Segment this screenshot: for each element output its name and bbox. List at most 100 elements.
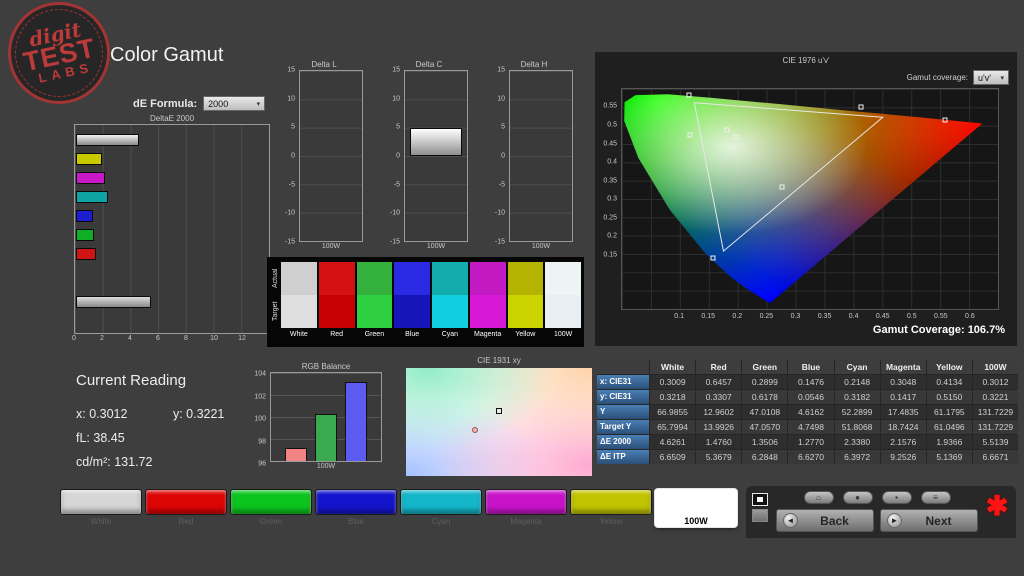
rgb-bar-red — [285, 448, 307, 461]
deltae-bar-red — [76, 248, 96, 260]
table-cell: 6.6671 — [973, 450, 1018, 464]
nav-button-row: ◄ Back ► Next — [776, 509, 978, 532]
target-row-label: Target — [270, 295, 281, 328]
patch-button-blue[interactable]: Blue — [315, 489, 397, 528]
delta-c-x-label: 100W — [404, 242, 468, 251]
patch-button-white[interactable]: White — [60, 489, 142, 528]
display-toggle-icon — [757, 497, 763, 502]
next-button[interactable]: ► Next — [880, 509, 978, 532]
compare-column-100w: 100W — [545, 262, 581, 344]
y-axis-tick: 0 — [501, 153, 505, 160]
patch-label: Blue — [315, 515, 397, 528]
actual-swatch — [394, 262, 430, 295]
table-cell: 47.0570 — [742, 420, 787, 434]
compare-column-label: Magenta — [470, 328, 506, 340]
y-axis-tick: 102 — [254, 393, 266, 400]
delta-c-plot — [404, 70, 468, 242]
table-cell: 13.9926 — [696, 420, 741, 434]
x-axis-tick: 0.3 — [791, 313, 801, 320]
table-cell: 47.0108 — [742, 405, 787, 419]
current-reading-fl: fL: 38.45 — [76, 431, 224, 445]
de-formula-dropdown[interactable]: 2000 ▾ — [203, 96, 265, 111]
cie1976-y-axis: 0.550.50.450.40.350.30.250.20.15 — [597, 88, 619, 310]
patch-color — [60, 489, 142, 515]
table-cell: 131.7229 — [973, 420, 1018, 434]
patch-button-green[interactable]: Green — [230, 489, 312, 528]
y-axis-tick: -15 — [390, 239, 400, 246]
notes-icon: ▪ — [895, 493, 898, 502]
target-swatch — [508, 295, 544, 328]
cie1931-plot — [406, 368, 592, 476]
next-arrow-icon: ► — [887, 513, 902, 528]
notes-button[interactable]: ▪ — [882, 491, 912, 504]
current-reading-panel: Current Reading x: 0.3012 y: 0.3221 fL: … — [76, 372, 224, 479]
x-axis-tick: 0.25 — [760, 313, 774, 320]
y-axis-tick: 0.2 — [607, 232, 617, 239]
target-swatch — [470, 295, 506, 328]
compare-column-cyan: Cyan — [432, 262, 468, 344]
table-row-label: ΔE ITP — [597, 450, 649, 464]
target-swatch — [319, 295, 355, 328]
cie1976-title: CIE 1976 u'v' — [595, 56, 1017, 66]
table-cell: 0.1417 — [881, 390, 926, 404]
rgb-bar-blue — [345, 382, 367, 461]
table-cell: 0.6457 — [696, 375, 741, 389]
display-toggle-button[interactable] — [752, 493, 768, 506]
gamut-point-marker — [686, 92, 691, 97]
table-cell: 4.6162 — [788, 405, 833, 419]
y-axis-tick: 0.55 — [603, 103, 617, 110]
x-axis-tick: 12 — [238, 335, 246, 342]
table-cell: 1.9366 — [927, 435, 972, 449]
compare-column-label: Blue — [394, 328, 430, 340]
patch-button-red[interactable]: Red — [145, 489, 227, 528]
x-axis-tick: 0.2 — [732, 313, 742, 320]
gamut-coverage-readout-label: Gamut Coverage: — [873, 324, 965, 336]
actual-swatch — [470, 262, 506, 295]
patch-color — [400, 489, 482, 515]
patch-button-cyan[interactable]: Cyan — [400, 489, 482, 528]
home-button[interactable]: ⌂ — [804, 491, 834, 504]
current-reading-xy: x: 0.3012 y: 0.3221 — [76, 407, 224, 421]
y-axis-tick: -15 — [285, 239, 295, 246]
gamut-coverage-dropdown-label: Gamut coverage: — [907, 73, 968, 82]
gamut-coverage-dropdown[interactable]: u'v' ▾ — [973, 70, 1009, 85]
y-axis-tick: 10 — [392, 95, 400, 102]
rgb-balance-plot — [270, 372, 382, 462]
compare-column-label: Yellow — [508, 328, 544, 340]
patch-button-magenta[interactable]: Magenta — [485, 489, 567, 528]
actual-row-label: Actual — [270, 262, 281, 295]
secondary-toggle-button[interactable] — [752, 509, 768, 522]
y-label: y: — [173, 407, 183, 421]
table-cell: 2.1576 — [881, 435, 926, 449]
table-cell: 0.3307 — [696, 390, 741, 404]
deltae-bar-row-magenta — [76, 172, 267, 184]
deltae-bar-white — [76, 134, 139, 146]
table-col-header-green: Green — [742, 360, 787, 374]
navigation-controls-panel: ⌂●▪≡ ◄ Back ► Next ✱ — [746, 486, 1016, 538]
actual-swatch — [545, 262, 581, 295]
table-cell: 66.9855 — [650, 405, 695, 419]
table-row-label: x: CIE31 — [597, 375, 649, 389]
rgb-balance-chart: RGB Balance 1041021009896 100W — [250, 362, 402, 471]
actual-swatch — [357, 262, 393, 295]
x-axis-tick: 0.4 — [849, 313, 859, 320]
table-cell: 0.3221 — [973, 390, 1018, 404]
delta-l-y-axis: 151050-5-10-15 — [283, 70, 297, 242]
back-button[interactable]: ◄ Back — [776, 509, 874, 532]
delta-c-title: Delta C — [388, 60, 470, 70]
table-cell: 6.6509 — [650, 450, 695, 464]
rgb-balance-title: RGB Balance — [270, 362, 382, 372]
y-axis-tick: 15 — [287, 67, 295, 74]
settings-button[interactable]: ≡ — [921, 491, 951, 504]
table-col-header-white: White — [650, 360, 695, 374]
chevron-down-icon: ▾ — [257, 100, 261, 108]
patch-button-yellow[interactable]: Yellow — [570, 489, 652, 528]
capture-button[interactable]: ● — [843, 491, 873, 504]
patch-button-100w[interactable]: 100W — [655, 489, 737, 527]
gamut-point-marker — [942, 118, 947, 123]
y-axis-tick: -10 — [390, 210, 400, 217]
deltae-bar-row-cyan — [76, 191, 267, 203]
table-cell: 17.4835 — [881, 405, 926, 419]
y-axis-tick: -5 — [499, 181, 505, 188]
y-axis-tick: 15 — [497, 67, 505, 74]
